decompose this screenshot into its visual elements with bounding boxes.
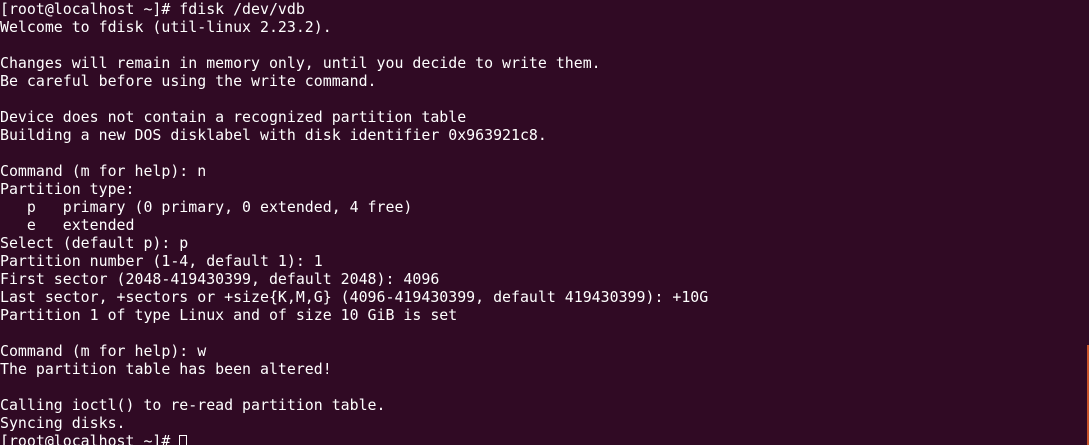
- terminal-line: Be careful before using the write comman…: [0, 72, 377, 90]
- terminal-line: Syncing disks.: [0, 414, 126, 432]
- terminal-line: e extended: [0, 216, 135, 234]
- terminal-line: Command (m for help): n: [0, 162, 207, 180]
- terminal-line: [root@localhost ~]# fdisk /dev/vdb: [0, 0, 305, 18]
- terminal-line: Command (m for help): w: [0, 342, 207, 360]
- terminal-line: Last sector, +sectors or +size{K,M,G} (4…: [0, 288, 709, 306]
- terminal-line: First sector (2048-419430399, default 20…: [0, 270, 440, 288]
- terminal-line: Partition number (1-4, default 1): 1: [0, 252, 323, 270]
- terminal-line: The partition table has been altered!: [0, 360, 332, 378]
- terminal-line: Building a new DOS disklabel with disk i…: [0, 126, 547, 144]
- terminal-line: Partition 1 of type Linux and of size 10…: [0, 306, 458, 324]
- shell-prompt: [root@localhost ~]#: [0, 432, 180, 445]
- command-prompt-line[interactable]: [root@localhost ~]#: [0, 432, 708, 445]
- terminal-line: Select (default p): p: [0, 234, 189, 252]
- terminal-line: p primary (0 primary, 0 extended, 4 free…: [0, 198, 413, 216]
- terminal-line: Partition type:: [0, 180, 135, 198]
- terminal-output: [root@localhost ~]# fdisk /dev/vdb Welco…: [0, 0, 708, 445]
- terminal-line: Changes will remain in memory only, unti…: [0, 54, 601, 72]
- terminal-line: Calling ioctl() to re-read partition tab…: [0, 396, 386, 414]
- text-cursor[interactable]: [179, 434, 188, 445]
- terminal-line: Welcome to fdisk (util-linux 2.23.2).: [0, 18, 332, 36]
- terminal-window[interactable]: [root@localhost ~]# fdisk /dev/vdb Welco…: [0, 0, 1089, 445]
- terminal-line: Device does not contain a recognized par…: [0, 108, 467, 126]
